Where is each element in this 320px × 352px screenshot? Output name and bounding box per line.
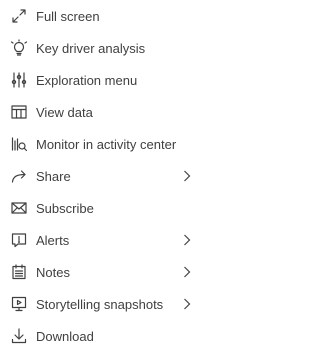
- menu-item-download[interactable]: Download: [0, 320, 203, 352]
- sliders-icon: [10, 71, 28, 89]
- chevron-right-icon: [181, 265, 193, 279]
- lightbulb-icon: [10, 39, 28, 57]
- context-menu: Full screen Key driver analysis Explorat…: [0, 0, 203, 351]
- menu-item-label: Share: [36, 168, 71, 184]
- menu-item-label: Key driver analysis: [36, 40, 146, 56]
- menu-item-label: Exploration menu: [36, 72, 138, 88]
- menu-item-storytelling-snapshots[interactable]: Storytelling snapshots: [0, 288, 203, 320]
- menu-item-label: Alerts: [36, 232, 70, 248]
- chevron-right-icon: [181, 233, 193, 247]
- share-arrow-icon: [10, 167, 28, 185]
- monitor-chart-icon: [10, 135, 28, 153]
- presentation-icon: [10, 295, 28, 313]
- chevron-right-icon: [181, 169, 193, 183]
- menu-item-share[interactable]: Share: [0, 160, 203, 192]
- menu-item-monitor-activity-center[interactable]: Monitor in activity center: [0, 128, 203, 160]
- menu-item-full-screen[interactable]: Full screen: [0, 0, 203, 32]
- menu-item-subscribe[interactable]: Subscribe: [0, 192, 203, 224]
- menu-item-label: Notes: [36, 264, 70, 280]
- menu-item-alerts[interactable]: Alerts: [0, 224, 203, 256]
- menu-item-label: Download: [36, 328, 94, 344]
- menu-item-label: Monitor in activity center: [36, 136, 177, 152]
- table-icon: [10, 103, 28, 121]
- chevron-right-icon: [181, 297, 193, 311]
- envelope-icon: [10, 199, 28, 217]
- notes-icon: [10, 263, 28, 281]
- alert-icon: [10, 231, 28, 249]
- download-icon: [10, 327, 28, 345]
- menu-item-view-data[interactable]: View data: [0, 96, 203, 128]
- menu-item-label: Full screen: [36, 8, 100, 24]
- menu-item-label: Subscribe: [36, 200, 94, 216]
- menu-item-label: View data: [36, 104, 93, 120]
- expand-icon: [10, 7, 28, 25]
- menu-item-notes[interactable]: Notes: [0, 256, 203, 288]
- menu-item-label: Storytelling snapshots: [36, 296, 164, 312]
- menu-item-exploration-menu[interactable]: Exploration menu: [0, 64, 203, 96]
- menu-item-key-driver-analysis[interactable]: Key driver analysis: [0, 32, 203, 64]
